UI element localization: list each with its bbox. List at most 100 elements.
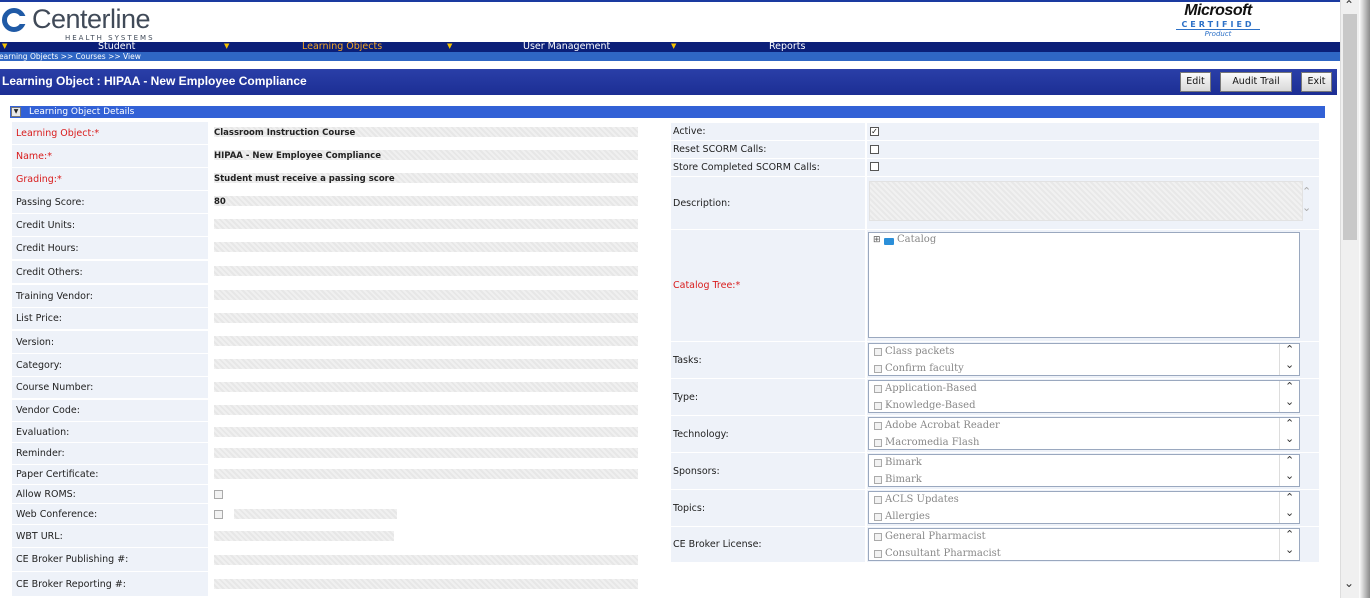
list-option[interactable]: Consultant Pharmacist	[874, 548, 1001, 559]
listbox-scrollbar[interactable]: ⌃ ⌄	[1279, 454, 1299, 486]
catalog-tree[interactable]: ⊞ Catalog	[868, 232, 1300, 338]
field-label: Grading: *	[12, 168, 208, 190]
chevron-down-icon[interactable]: ▼	[447, 42, 452, 51]
edit-button[interactable]: Edit	[1180, 72, 1211, 92]
listbox-scrollbar[interactable]: ⌃ ⌄	[1279, 528, 1299, 560]
field-label: Reset SCORM Calls:	[671, 141, 865, 158]
list-option[interactable]: Macromedia Flash	[874, 437, 979, 448]
listbox-scrollbar[interactable]: ⌃ ⌄	[1279, 380, 1299, 412]
list-option[interactable]: Class packets	[874, 346, 954, 357]
field-value: HIPAA - New Employee Compliance	[214, 151, 381, 161]
field-label: Credit Hours:	[12, 237, 208, 259]
listbox-scrollbar[interactable]: ⌃ ⌄	[1279, 417, 1299, 449]
menu-student[interactable]: Student	[98, 42, 135, 52]
field-label: Allow ROMS:	[12, 485, 208, 503]
menu-reports[interactable]: Reports	[769, 42, 805, 52]
field-value: Classroom Instruction Course	[214, 128, 356, 138]
listbox-scrollbar[interactable]: ⌃ ⌄	[1279, 343, 1299, 375]
exit-button[interactable]: Exit	[1301, 72, 1332, 92]
field-label: Technology:	[671, 416, 865, 452]
audit-trail-button[interactable]: Audit Trail	[1220, 72, 1292, 92]
list-option[interactable]: Bimark	[874, 457, 922, 468]
scroll-down-icon: ⌄	[1285, 395, 1295, 408]
field-label: Vendor Code:	[12, 400, 208, 421]
list-option[interactable]: Adobe Acrobat Reader	[874, 420, 1000, 431]
chevron-down-icon[interactable]: ▼	[2, 42, 7, 51]
allow-roms-checkbox[interactable]	[214, 490, 223, 499]
list-option[interactable]: Application-Based	[874, 383, 977, 394]
page-scrollbar[interactable]: ⌃ ⌄	[1340, 0, 1359, 598]
collapse-toggle-icon[interactable]: ▼	[11, 107, 21, 117]
field-row: WBT URL:	[12, 525, 662, 547]
microsoft-certified-badge: Microsoft CERTIFIED Product	[1176, 2, 1260, 40]
field-value	[214, 313, 638, 323]
field-value: Student must receive a passing score	[214, 174, 395, 184]
field-label: List Price:	[12, 308, 208, 329]
field-label: Paper Certificate:	[12, 465, 208, 484]
field-row: Category:	[12, 354, 662, 376]
field-row: Allow ROMS:	[12, 485, 662, 503]
scroll-up-icon: ⌃	[1285, 454, 1295, 467]
field-label: CE Broker Reporting #:	[12, 572, 208, 596]
list-option[interactable]: Knowledge-Based	[874, 400, 975, 411]
menu-learning-objects[interactable]: Learning Objects	[302, 42, 382, 52]
list-option[interactable]: General Pharmacist	[874, 531, 986, 542]
type-listbox[interactable]: Application-Based Knowledge-Based ⌃ ⌄	[868, 380, 1300, 413]
scroll-down-icon[interactable]: ⌄	[1302, 201, 1311, 214]
field-label: Credit Others:	[12, 261, 208, 283]
field-value	[214, 448, 638, 458]
list-option[interactable]: ACLS Updates	[874, 494, 959, 505]
expand-icon[interactable]: ⊞	[873, 235, 881, 245]
scroll-down-icon[interactable]: ⌄	[1344, 576, 1354, 590]
scroll-up-icon[interactable]: ⌃	[1344, 0, 1354, 12]
reset-scorm-checkbox[interactable]	[870, 145, 879, 154]
field-row: Technology: Adobe Acrobat Reader Macrome…	[671, 416, 1319, 452]
topics-listbox[interactable]: ACLS Updates Allergies ⌃ ⌄	[868, 491, 1300, 524]
scroll-up-icon: ⌃	[1285, 343, 1295, 356]
breadcrumb-text[interactable]: Learning Objects >> Courses >> View	[0, 52, 141, 61]
field-label: Category:	[12, 354, 208, 376]
scrollbar-thumb[interactable]	[1343, 14, 1357, 240]
field-row: Training Vendor:	[12, 285, 662, 307]
field-label: Passing Score:	[12, 191, 208, 213]
web-conference-input[interactable]	[234, 509, 397, 519]
field-value	[214, 405, 638, 415]
field-row: CE Broker Publishing #:	[12, 548, 662, 571]
breadcrumb: Learning Objects >> Courses >> View	[0, 52, 1340, 61]
main-menu: ▼ Student ▼ Learning Objects ▼ User Mana…	[0, 42, 1340, 52]
description-textarea[interactable]	[869, 181, 1303, 221]
field-row: CE Broker License: General Pharmacist Co…	[671, 527, 1319, 562]
scroll-down-icon: ⌄	[1285, 469, 1295, 482]
field-label: Name: *	[12, 145, 208, 167]
technology-listbox[interactable]: Adobe Acrobat Reader Macromedia Flash ⌃ ⌄	[868, 417, 1300, 450]
field-row: Web Conference:	[12, 504, 662, 524]
window-edge	[1359, 0, 1370, 598]
section-title: Learning Object Details	[29, 107, 135, 117]
sponsors-listbox[interactable]: Bimark Bimark ⌃ ⌄	[868, 454, 1300, 487]
field-label: Tasks:	[671, 342, 865, 378]
field-row: Reminder:	[12, 443, 662, 464]
chevron-down-icon[interactable]: ▼	[671, 42, 676, 51]
tasks-listbox[interactable]: Class packets Confirm faculty ⌃ ⌄	[868, 343, 1300, 376]
menu-user-management[interactable]: User Management	[523, 42, 610, 52]
ce-broker-license-listbox[interactable]: General Pharmacist Consultant Pharmacist…	[868, 528, 1300, 561]
listbox-scrollbar[interactable]: ⌃ ⌄	[1279, 491, 1299, 523]
tree-node-catalog[interactable]: Catalog	[897, 234, 936, 245]
active-checkbox[interactable]: ✓	[870, 127, 879, 136]
field-row: Description: ⌃ ⌄	[671, 177, 1319, 229]
wbt-url-value	[214, 531, 394, 541]
field-label: Learning Object: *	[12, 122, 208, 144]
field-row: Learning Object: * Classroom Instruction …	[12, 122, 662, 144]
list-option[interactable]: Confirm faculty	[874, 363, 964, 374]
field-row: Paper Certificate:	[12, 465, 662, 484]
list-option[interactable]: Bimark	[874, 474, 922, 485]
field-label: Version:	[12, 331, 208, 353]
list-option[interactable]: Allergies	[874, 511, 930, 522]
scroll-up-icon[interactable]: ⌃	[1302, 185, 1311, 198]
store-scorm-checkbox[interactable]	[870, 162, 879, 171]
chevron-down-icon[interactable]: ▼	[224, 42, 229, 51]
field-row: Credit Hours:	[12, 237, 662, 259]
field-value	[214, 242, 638, 252]
web-conference-checkbox[interactable]	[214, 510, 223, 519]
field-value	[214, 469, 638, 479]
